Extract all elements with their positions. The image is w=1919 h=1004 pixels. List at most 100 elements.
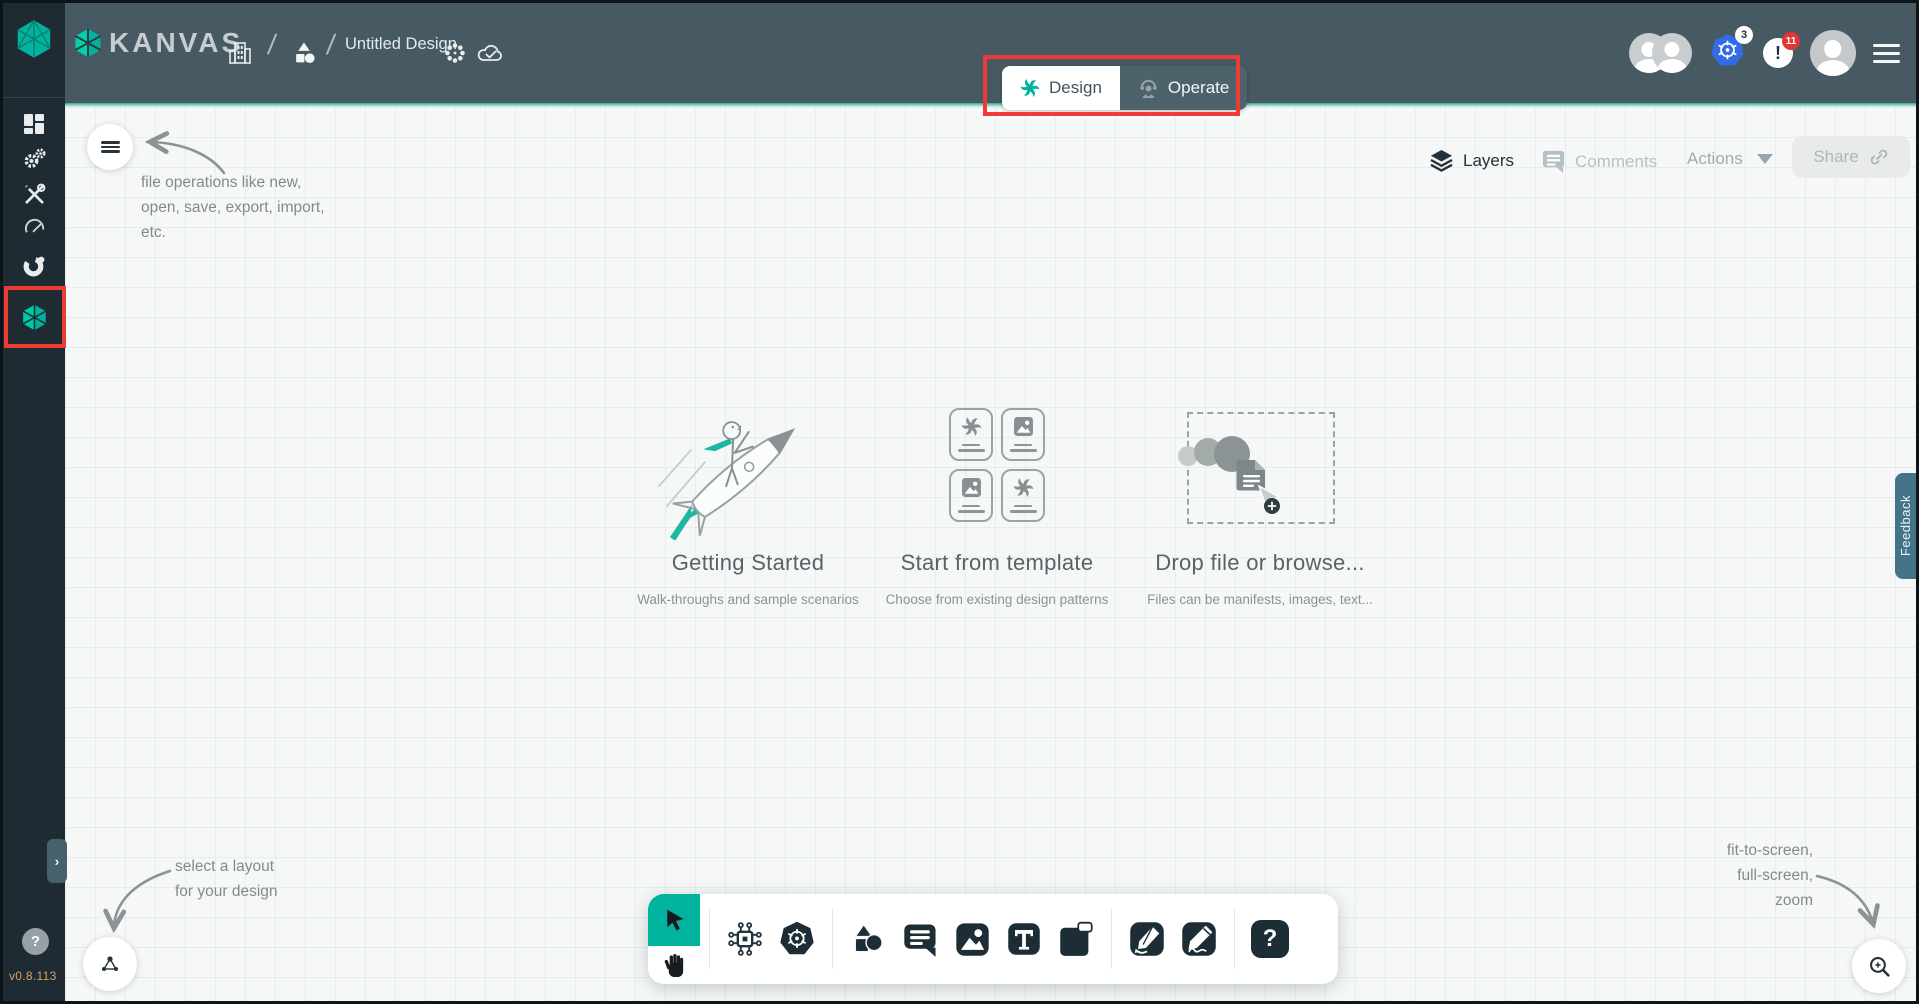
actions-dropdown[interactable]: Actions [1687, 149, 1773, 169]
breadcrumb-separator: / [325, 29, 337, 61]
user-avatar[interactable] [1810, 30, 1856, 76]
toolbox-icon [23, 183, 46, 206]
spiral-icon [961, 416, 982, 437]
component-chip-icon [727, 921, 763, 957]
zoom-in-icon [1867, 954, 1892, 979]
design-name[interactable]: Untitled Design [345, 35, 457, 54]
top-header: KANVAS / / Untitled Design [65, 3, 1916, 103]
toolbar-help-button[interactable]: ? [1244, 904, 1296, 974]
components-tool-button[interactable] [719, 904, 771, 974]
operator-headset-icon [1138, 78, 1159, 99]
share-label: Share [1813, 147, 1858, 167]
layout-graph-icon [98, 952, 122, 976]
card-drop-file[interactable]: Drop file or browse... Files can be mani… [1123, 388, 1397, 623]
sidebar-item-dashboard[interactable] [3, 107, 65, 141]
image-icon [954, 921, 991, 958]
image-tool-button[interactable] [946, 904, 998, 974]
tab-operate-label: Operate [1168, 78, 1229, 98]
actions-label: Actions [1687, 149, 1743, 169]
annotation-zoom-controls: fit-to-screen, full-screen, zoom [1653, 839, 1813, 913]
tab-design-label: Design [1049, 78, 1102, 98]
comment-icon [902, 921, 939, 958]
sidebar-item-extensions[interactable] [3, 248, 65, 282]
tab-design[interactable]: Design [1002, 66, 1120, 110]
note-tool-button[interactable] [1050, 904, 1102, 974]
template-card [1001, 469, 1045, 522]
collaborator-avatars[interactable] [1629, 33, 1692, 73]
gears-icon [22, 147, 46, 171]
organization-icon[interactable] [227, 3, 253, 103]
feedback-label: Feedback [1898, 495, 1913, 556]
select-tool-button[interactable] [648, 894, 700, 946]
pan-tool-button[interactable] [648, 946, 700, 984]
menu-icon [101, 139, 120, 156]
comments-button[interactable]: Comments [1541, 149, 1657, 174]
text-icon [1006, 921, 1042, 957]
drop-file-subtitle: Files can be manifests, images, text... [1123, 592, 1397, 607]
cloud-sync-icon[interactable] [476, 3, 506, 103]
template-grid [949, 408, 1045, 522]
spiral-icon [1013, 477, 1034, 498]
pen-icon [1128, 920, 1166, 958]
collaborator-avatar-icon[interactable] [1652, 33, 1692, 73]
sidebar-expand-button[interactable]: › [47, 839, 67, 883]
drop-zone[interactable] [1187, 412, 1335, 524]
mode-toggle: Design Operate [1002, 66, 1247, 110]
template-card [949, 408, 993, 461]
layers-icon [1429, 149, 1454, 172]
file-menu-fab[interactable] [87, 124, 133, 170]
question-icon: ? [31, 933, 40, 950]
chevron-down-icon [1757, 154, 1773, 164]
card-getting-started[interactable]: Getting Started Walk-throughs and sample… [623, 388, 873, 623]
sidebar-item-performance[interactable] [3, 211, 65, 245]
template-subtitle: Choose from existing design patterns [872, 592, 1122, 607]
kubernetes-context-chip[interactable]: 3 [1709, 32, 1746, 74]
breadcrumb-separator: / [266, 29, 278, 61]
note-icon [1058, 921, 1094, 957]
zoom-fab[interactable] [1852, 939, 1906, 993]
annotation-layout: select a layout for your design [175, 855, 278, 905]
layers-button[interactable]: Layers [1429, 149, 1514, 172]
rocket-illustration [651, 388, 829, 548]
feedback-tab[interactable]: Feedback [1895, 473, 1916, 579]
shapes-icon [851, 922, 885, 956]
comments-label: Comments [1575, 152, 1657, 172]
pencil-icon [1180, 920, 1218, 958]
left-sidebar: › ? v0.8.113 [3, 3, 65, 1001]
design-spiral-icon [1020, 78, 1040, 98]
sidebar-item-settings[interactable] [3, 142, 65, 176]
pen-tool-button[interactable] [1121, 904, 1173, 974]
kanvas-app-window: › ? v0.8.113 KANVAS [0, 0, 1919, 1004]
template-title: Start from template [872, 550, 1122, 576]
app-version: v0.8.113 [9, 969, 57, 983]
question-icon: ? [1251, 920, 1289, 958]
header-menu-icon[interactable] [1873, 44, 1900, 63]
workspace-shapes-icon[interactable] [293, 3, 316, 103]
sidebar-item-kanvas[interactable] [3, 300, 65, 334]
shapes-tool-button[interactable] [842, 904, 894, 974]
mesh-flower-icon[interactable] [443, 3, 467, 103]
sidebar-item-toolbox[interactable] [3, 177, 65, 211]
kanvas-logo-icon[interactable] [73, 28, 103, 58]
card-start-from-template[interactable]: Start from template Choose from existing… [872, 388, 1122, 623]
kanvas-logo-text: KANVAS [109, 27, 243, 59]
cursor-icon [661, 907, 688, 934]
share-button[interactable]: Share [1792, 136, 1910, 178]
chevron-right-icon: › [55, 853, 60, 869]
image-icon [961, 477, 982, 498]
layout-selector-fab[interactable] [83, 937, 137, 991]
kubernetes-count-badge: 3 [1735, 26, 1753, 44]
comment-tool-button[interactable] [894, 904, 946, 974]
text-tool-button[interactable] [998, 904, 1050, 974]
notification-chip[interactable]: ! 11 [1763, 38, 1793, 68]
drop-file-title: Drop file or browse... [1123, 550, 1397, 576]
getting-started-title: Getting Started [623, 550, 873, 576]
drop-file-illustration [1175, 414, 1335, 526]
help-button[interactable]: ? [22, 928, 49, 955]
template-card [1001, 408, 1045, 461]
comment-icon [1541, 149, 1566, 174]
meshery-logo-icon[interactable] [14, 19, 54, 59]
kubernetes-tool-button[interactable] [771, 904, 823, 974]
pencil-tool-button[interactable] [1173, 904, 1225, 974]
tab-operate[interactable]: Operate [1120, 66, 1247, 110]
